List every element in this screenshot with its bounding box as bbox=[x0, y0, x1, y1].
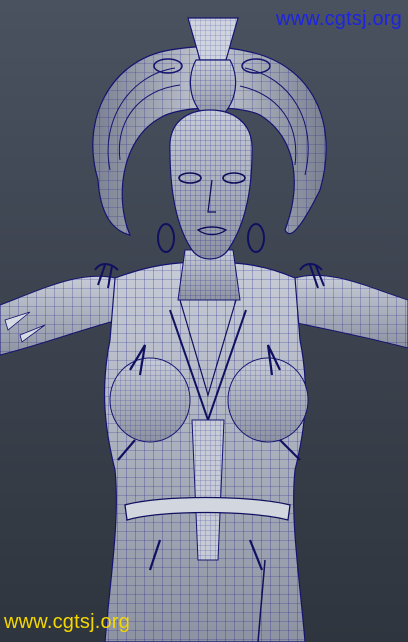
viewport: www.cgtsj.org www.cgtsj.org bbox=[0, 0, 408, 642]
wireframe-character-model bbox=[0, 17, 408, 642]
torso bbox=[103, 261, 309, 642]
head bbox=[157, 109, 265, 260]
watermark-top: www.cgtsj.org bbox=[276, 8, 402, 30]
watermark-bottom: www.cgtsj.org bbox=[4, 611, 130, 633]
